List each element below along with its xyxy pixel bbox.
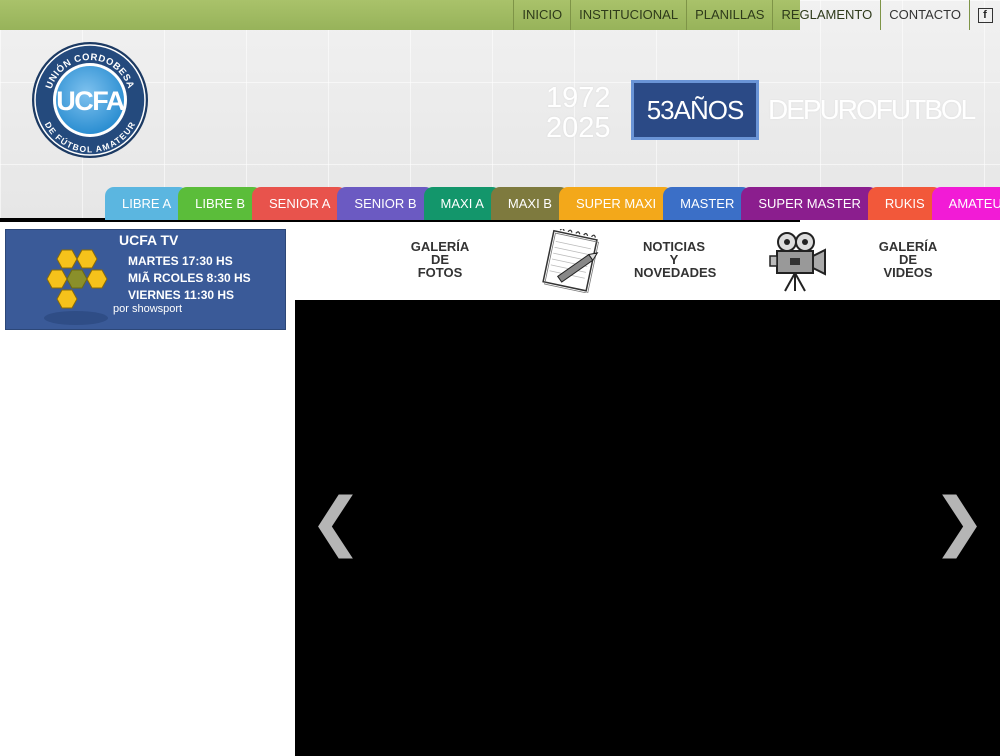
link-text: NOVEDADES	[634, 265, 717, 280]
tab-super-maxi[interactable]: SUPER MAXI	[558, 187, 674, 220]
ucfa-tv-banner[interactable]: UCFA TV MARTES 17:30 HS MIÃ RCOLES 8:30 …	[5, 229, 286, 330]
photo-gallery-link[interactable]: GALERÍA DE FOTOS	[405, 240, 475, 279]
slider-prev-arrow[interactable]: ❮	[309, 490, 363, 554]
tab-amateur[interactable]: AMATEUR	[931, 187, 1000, 220]
anniversary-tagline: DEPUROFUTBOL	[768, 94, 976, 125]
slider-next-arrow[interactable]: ❯	[932, 490, 986, 554]
tv-schedule-line: VIERNES 11:30 HS	[128, 288, 235, 302]
top-navigation: INICIO INSTITUCIONAL PLANILLAS REGLAMENT…	[513, 0, 1000, 30]
news-link[interactable]: NOTICIAS Y NOVEDADES	[634, 240, 717, 280]
ucfa-logo[interactable]: UNIÓN CORDOBESA DE FÚTBOL AMATEUR UCFA	[30, 40, 150, 160]
year-start: 1972	[546, 82, 611, 114]
tv-schedule-line: MIÃ RCOLES 8:30 HS	[128, 271, 251, 285]
tab-senior-b[interactable]: SENIOR B	[337, 187, 434, 220]
tab-maxi-b[interactable]: MAXI B	[490, 187, 569, 220]
year-end: 2025	[546, 112, 611, 144]
nav-reglamento[interactable]: REGLAMENTO	[772, 0, 880, 30]
tab-maxi-a[interactable]: MAXI A	[423, 187, 501, 220]
image-slider: ❮ ❯	[295, 300, 1000, 756]
gallery-links: GALERÍA DE FOTOS NOTICIAS Y NOVEDADES GA…	[295, 227, 1000, 297]
tv-schedule-line: MARTES 17:30 HS	[128, 254, 233, 268]
link-text: VIDEOS	[883, 265, 933, 280]
film-camera-icon[interactable]	[767, 229, 829, 293]
tab-libre-b[interactable]: LIBRE B	[178, 187, 262, 220]
facebook-icon: f	[977, 7, 993, 23]
tab-rukis[interactable]: RUKIS	[867, 187, 942, 220]
tab-super-master[interactable]: SUPER MASTER	[741, 187, 878, 220]
tab-senior-a[interactable]: SENIOR A	[252, 187, 348, 220]
years-count-badge: 53AÑOS	[631, 80, 759, 140]
tab-libre-a[interactable]: LIBRE A	[105, 187, 189, 220]
tab-master[interactable]: MASTER	[663, 187, 752, 220]
tv-title: UCFA TV	[119, 232, 179, 248]
nav-institucional[interactable]: INSTITUCIONAL	[570, 0, 686, 30]
nav-planillas[interactable]: PLANILLAS	[686, 0, 772, 30]
nav-contacto[interactable]: CONTACTO	[880, 0, 969, 30]
honeycomb-icon	[44, 249, 108, 325]
nav-inicio[interactable]: INICIO	[513, 0, 570, 30]
link-text: FOTOS	[417, 265, 463, 280]
facebook-link[interactable]: f	[969, 0, 1000, 30]
notepad-pen-icon[interactable]	[538, 229, 604, 293]
anniversary-years: 1972 2025	[546, 84, 611, 144]
logo-center-text: UCFA	[56, 86, 125, 116]
category-tabs: LIBRE A LIBRE B SENIOR A SENIOR B MAXI A…	[105, 187, 1000, 220]
video-gallery-link[interactable]: GALERÍA DE VIDEOS	[873, 240, 943, 279]
tv-sponsor: por showsport	[113, 303, 183, 315]
